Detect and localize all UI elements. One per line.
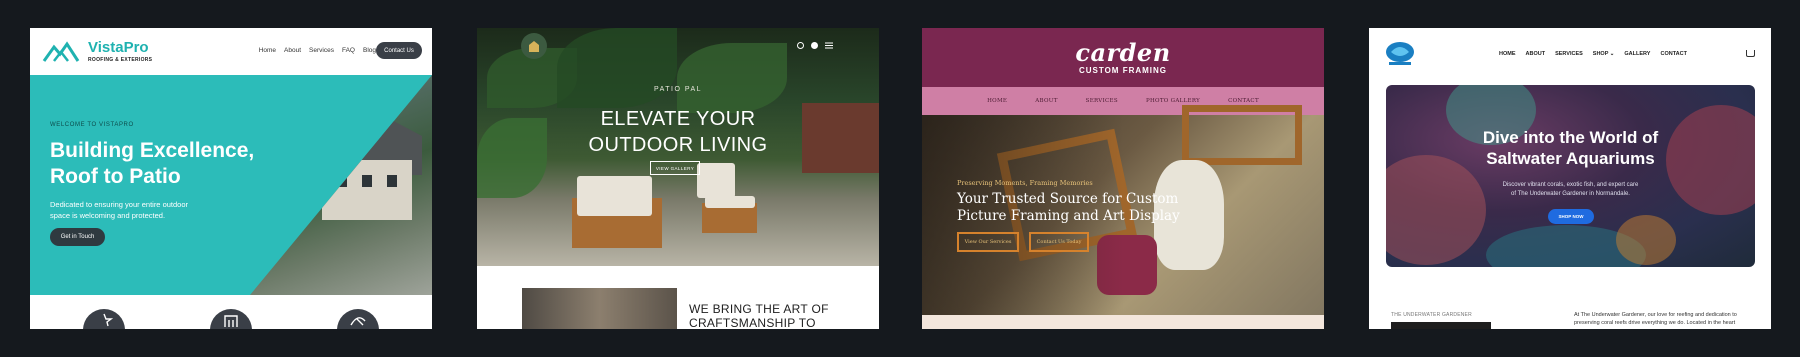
nav-contact[interactable]: CONTACT (1228, 98, 1259, 104)
cart-icon[interactable] (1746, 50, 1755, 57)
hero-headline: ELEVATE YOUR OUTDOOR LIVING (588, 108, 768, 156)
instagram-icon[interactable] (797, 42, 804, 49)
nav-photo-gallery[interactable]: PHOTO GALLERY (1146, 98, 1200, 104)
features-strip (30, 295, 432, 329)
vistapro-site-card[interactable]: VistaPro ROOFING & EXTERIORS Home About … (30, 28, 432, 329)
brand-subtitle: ROOFING & EXTERIORS (88, 57, 153, 63)
carden-framing-site-card[interactable]: carden CUSTOM FRAMING HOME ABOUT SERVICE… (922, 28, 1324, 329)
get-in-touch-button[interactable]: Get in Touch (50, 228, 105, 246)
hero-section: Dive into the World of Saltwater Aquarium… (1386, 85, 1755, 267)
mountain-logo-icon (42, 40, 80, 62)
hero-section: Preserving Moments, Framing Memories You… (922, 105, 1324, 315)
about-paragraph: At The Underwater Gardener, our love for… (1574, 312, 1737, 326)
nav-services[interactable]: Services (309, 47, 334, 54)
craft-image (522, 288, 677, 329)
hero-tagline: Dedicated to ensuring your entire outdoo… (50, 200, 189, 220)
hero-headline: Your Trusted Source for Custom Picture F… (957, 191, 1180, 224)
nav-home[interactable]: HOME (987, 98, 1007, 104)
brand-eyebrow: PATIO PAL (653, 86, 703, 93)
brand-name: VistaPro (88, 39, 149, 56)
underwater-gardener-site-card[interactable]: HOME ABOUT SERVICES SHOP ⌄ GALLERY CONTA… (1369, 28, 1771, 329)
building-icon (210, 309, 252, 329)
star-icon (83, 309, 125, 329)
nav-contact[interactable]: CONTACT (1660, 51, 1686, 57)
contact-us-button[interactable]: Contact Us (376, 42, 422, 59)
shop-now-button[interactable]: SHOP NOW (1548, 209, 1594, 224)
roof-tool-icon (337, 309, 379, 329)
section-heading-partial (1391, 322, 1491, 329)
nav-about[interactable]: About (284, 47, 301, 54)
nav-home[interactable]: HOME (1499, 51, 1516, 57)
nav-faq[interactable]: FAQ (342, 47, 355, 54)
contact-us-today-button[interactable]: Contact Us Today (1029, 232, 1089, 252)
view-gallery-button[interactable]: VIEW GALLERY (650, 161, 700, 175)
house-logo-icon (529, 41, 539, 52)
nav-services[interactable]: SERVICES (1555, 51, 1583, 57)
welcome-eyebrow: WELCOME TO VISTAPRO (50, 122, 134, 128)
facebook-icon[interactable] (811, 42, 818, 49)
social-links (797, 42, 833, 49)
patio-pal-logo[interactable] (521, 33, 547, 59)
nav-shop[interactable]: SHOP ⌄ (1593, 51, 1615, 57)
hero-section: WELCOME TO VISTAPRO Building Excellence,… (30, 75, 432, 295)
patio-pal-site-card[interactable]: PATIO PAL ELEVATE YOUR OUTDOOR LIVING VIE… (477, 28, 879, 329)
craftsmanship-section: WE BRING THE ART OF CRAFTSMANSHIP TO (477, 266, 879, 329)
section-eyebrow: THE UNDERWATER GARDENER (1391, 312, 1472, 318)
nav-gallery[interactable]: GALLERY (1624, 51, 1650, 57)
nav-blog[interactable]: Blog (363, 47, 376, 54)
menu-icon[interactable] (825, 42, 833, 49)
brand-subtitle: CUSTOM FRAMING (1078, 66, 1168, 75)
view-services-button[interactable]: View Our Services (957, 232, 1019, 252)
carden-logo[interactable]: carden (922, 38, 1324, 67)
hero-headline: Building Excellence, Roof to Patio (50, 139, 255, 188)
nav-about[interactable]: ABOUT (1035, 98, 1057, 104)
nav-about[interactable]: ABOUT (1526, 51, 1546, 57)
brand-header: carden CUSTOM FRAMING (922, 28, 1324, 87)
hero-headline: Dive into the World of Saltwater Aquarium… (1482, 128, 1659, 168)
navbar: HOME ABOUT SERVICES SHOP ⌄ GALLERY CONTA… (1369, 28, 1771, 78)
hero-subtext: Discover vibrant corals, exotic fish, an… (1502, 182, 1639, 197)
nav-home[interactable]: Home (259, 47, 276, 54)
vistapro-logo[interactable]: VistaPro ROOFING & EXTERIORS (42, 40, 152, 63)
nav-services[interactable]: SERVICES (1086, 98, 1118, 104)
vistapro-navbar: VistaPro ROOFING & EXTERIORS Home About … (30, 28, 432, 75)
nav-links: Home About Services FAQ Blog (259, 47, 376, 54)
footer-strip (922, 315, 1324, 329)
hero-eyebrow: Preserving Moments, Framing Memories (957, 179, 1093, 187)
fish-logo-icon[interactable] (1383, 40, 1417, 68)
section-heading: WE BRING THE ART OF CRAFTSMANSHIP TO (689, 302, 829, 329)
